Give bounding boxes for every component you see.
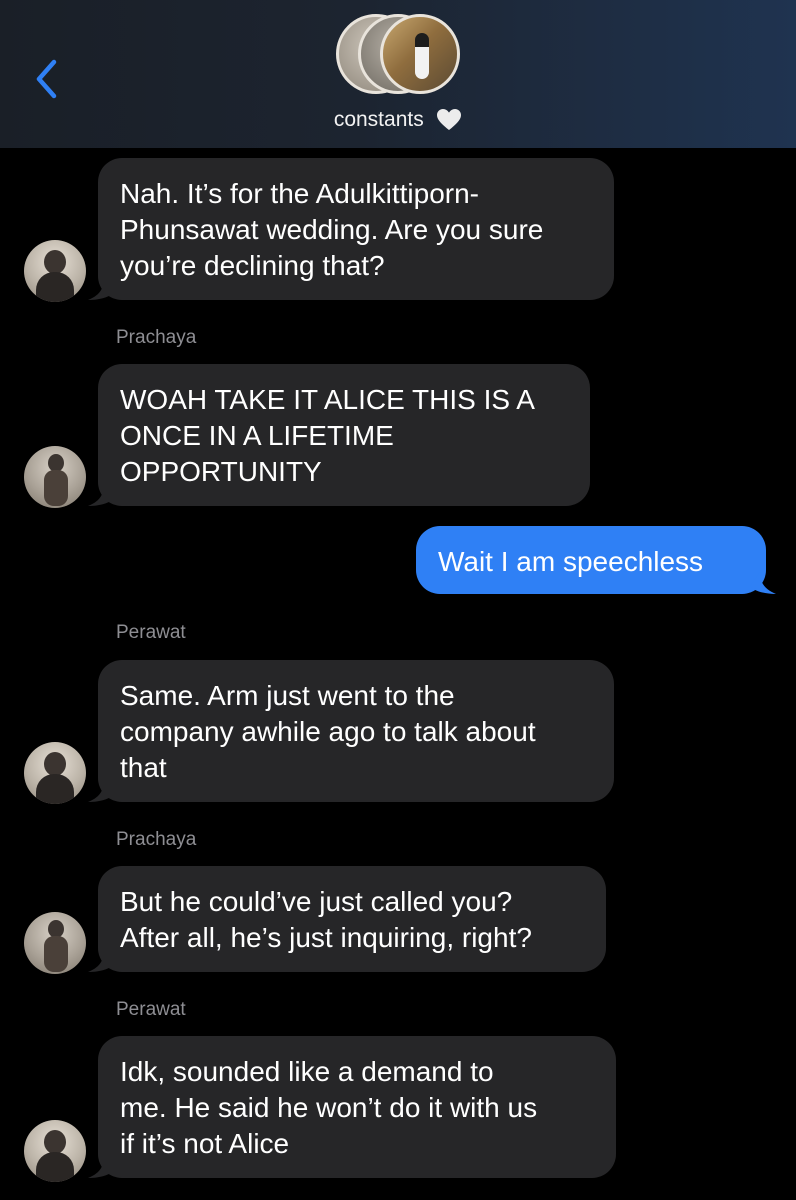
- message-text: Nah. It’s for the Adulkittiporn- Phunsaw…: [120, 178, 544, 281]
- sender-avatar-perawat[interactable]: [24, 1120, 86, 1182]
- message-text: Wait I am speechless: [438, 546, 704, 577]
- bubble-tail: [88, 950, 114, 972]
- sender-avatar-perawat[interactable]: [24, 240, 86, 302]
- group-title-row[interactable]: constants: [0, 108, 796, 132]
- message-bubble-incoming[interactable]: WOAH TAKE IT ALICE THIS IS A ONCE IN A L…: [88, 364, 590, 506]
- group-title: constants: [333, 108, 424, 131]
- message-text: But he could’ve just called you? After a…: [120, 886, 532, 953]
- message-text: WOAH TAKE IT ALICE THIS IS A ONCE IN A L…: [120, 384, 535, 487]
- message-text: Same. Arm just went to the company awhil…: [120, 680, 536, 783]
- sender-name: Perawat: [116, 999, 186, 1020]
- message-bubble-outgoing[interactable]: Wait I am speechless: [416, 526, 776, 594]
- sender-name: Prachaya: [116, 829, 197, 850]
- bubble-tail: [88, 278, 114, 300]
- sender-avatar-perawat[interactable]: [24, 742, 86, 804]
- message-bubble-incoming[interactable]: Idk, sounded like a demand to me. He sai…: [88, 1036, 616, 1178]
- chevron-left-icon[interactable]: [30, 56, 64, 102]
- sender-avatar-prachaya[interactable]: [24, 912, 86, 974]
- conversation-header: constants: [0, 0, 796, 148]
- bubble-tail: [750, 572, 776, 594]
- message-bubble-incoming[interactable]: But he could’ve just called you? After a…: [88, 866, 606, 972]
- group-member-avatar: [380, 14, 460, 94]
- bubble-tail: [88, 1156, 114, 1178]
- sender-avatar-prachaya[interactable]: [24, 446, 86, 508]
- bubble-tail: [88, 780, 114, 802]
- group-avatar-stack[interactable]: [336, 14, 460, 98]
- message-bubble-incoming[interactable]: Same. Arm just went to the company awhil…: [88, 660, 614, 802]
- bubble-tail: [88, 484, 114, 506]
- sender-name: Prachaya: [116, 327, 197, 348]
- message-text: Idk, sounded like a demand to me. He sai…: [120, 1056, 538, 1159]
- message-bubble-incoming[interactable]: Nah. It’s for the Adulkittiporn- Phunsaw…: [88, 158, 614, 300]
- white-heart-icon: [437, 109, 462, 130]
- sender-name: Perawat: [116, 622, 186, 643]
